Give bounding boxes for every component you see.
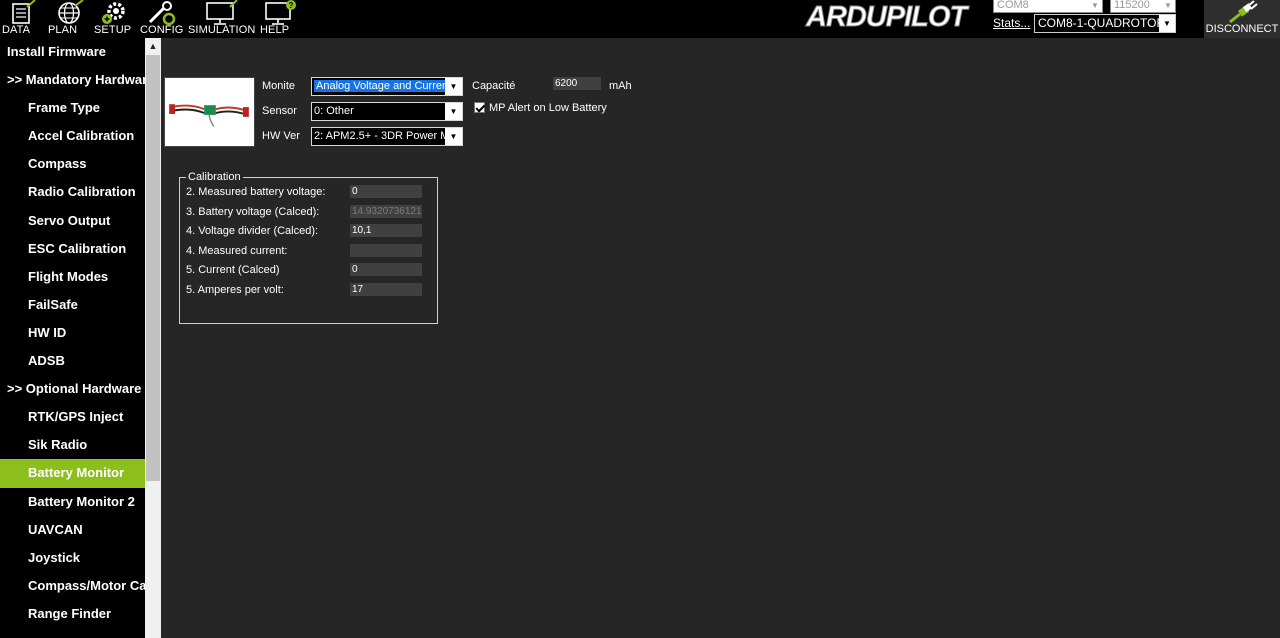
calibration-row-input[interactable]: 17 xyxy=(350,283,422,296)
wrench-icon xyxy=(148,1,176,26)
config-label: CONFIG xyxy=(140,24,184,36)
capacity-label: Capacité xyxy=(472,80,516,92)
sidebar-item[interactable]: Install Firmware xyxy=(0,38,145,66)
chevron-down-icon: ▼ xyxy=(445,128,462,145)
sensor-dropdown[interactable]: 0: Other ▼ xyxy=(311,102,463,121)
disconnect-button[interactable]: DISCONNECT xyxy=(1204,0,1280,38)
config-button[interactable]: CONFIG xyxy=(140,0,184,38)
setup-button[interactable]: SETUP xyxy=(94,0,134,38)
sensor-label: Sensor xyxy=(262,105,297,117)
chevron-down-icon: ▼ xyxy=(1088,0,1102,12)
sidebar-item[interactable]: Frame Type xyxy=(0,94,145,122)
scroll-up-icon[interactable]: ▲ xyxy=(145,38,161,54)
sidebar-item[interactable]: Compass xyxy=(0,150,145,178)
plan-button[interactable]: PLAN xyxy=(48,0,88,38)
hw-ver-value: 2: APM2.5+ - 3DR Power Module xyxy=(314,130,445,142)
help-icon: ? xyxy=(265,0,296,25)
calibration-row-input[interactable]: 0 xyxy=(350,263,422,276)
monitor-value: Analog Voltage and Current xyxy=(314,80,454,92)
chevron-down-icon: ▼ xyxy=(1159,15,1175,32)
sidebar-item[interactable]: UAVCAN xyxy=(0,516,145,544)
sidebar-item[interactable]: RTK/GPS Inject xyxy=(0,403,145,431)
simulation-button[interactable]: SIMULATION xyxy=(188,0,256,38)
chevron-down-icon: ▼ xyxy=(445,78,462,95)
capacity-unit: mAh xyxy=(609,80,632,92)
sidebar-item[interactable]: Sik Radio xyxy=(0,431,145,459)
simulation-label: SIMULATION xyxy=(188,24,256,36)
port-value: COM8 xyxy=(997,0,1029,11)
top-toolbar: DATA PLAN SETUP CONFIG SIMULATION ? HELP… xyxy=(0,0,1280,38)
disconnect-label: DISCONNECT xyxy=(1205,23,1279,35)
calibration-row-label: 4. Voltage divider (Calced): xyxy=(186,225,319,237)
calibration-row-label: 3. Battery voltage (Calced): xyxy=(186,206,320,218)
data-icon xyxy=(12,0,36,24)
sidebar-item[interactable]: Compass/Motor Calib xyxy=(0,572,145,600)
connection-value: COM8-1-QUADROTOR xyxy=(1038,16,1166,30)
plan-label: PLAN xyxy=(48,24,78,36)
port-combo[interactable]: COM8 ▼ xyxy=(993,0,1103,13)
calibration-row-label: 5. Amperes per volt: xyxy=(186,284,284,296)
monitor-label: Monite xyxy=(262,80,296,92)
monitor-icon xyxy=(206,0,238,25)
capacity-input[interactable]: 6200 xyxy=(553,77,601,90)
monitor-dropdown[interactable]: Analog Voltage and Current ▼ xyxy=(311,77,463,96)
sidebar: Install Firmware >> Mandatory Hardware Fra… xyxy=(0,38,145,638)
calibration-group: Calibration 2. Measured battery voltage:… xyxy=(179,171,438,324)
sidebar-item[interactable]: HW ID xyxy=(0,319,145,347)
sidebar-item[interactable]: Range Finder xyxy=(0,600,145,628)
low-battery-alert-label[interactable]: MP Alert on Low Battery xyxy=(489,102,607,114)
help-label: HELP xyxy=(260,24,290,36)
calibration-row-input[interactable]: 10,1 xyxy=(350,224,422,237)
setup-label: SETUP xyxy=(94,24,132,36)
baud-combo[interactable]: 115200 ▼ xyxy=(1110,0,1176,13)
sidebar-item[interactable]: Servo Output xyxy=(0,207,145,235)
ardupilot-logo: ARDUPILOT xyxy=(805,1,971,31)
sidebar-item[interactable]: Accel Calibration xyxy=(0,122,145,150)
power-module-image xyxy=(164,77,255,147)
sidebar-item[interactable]: ADSB xyxy=(0,347,145,375)
svg-text:ARDUPILOT: ARDUPILOT xyxy=(805,1,969,30)
sensor-value: 0: Other xyxy=(314,105,354,117)
low-battery-alert-checkbox[interactable] xyxy=(474,102,485,113)
calibration-row-label: 4. Measured current: xyxy=(186,245,288,257)
sidebar-item[interactable]: Joystick xyxy=(0,544,145,572)
hw-ver-dropdown[interactable]: 2: APM2.5+ - 3DR Power Module ▼ xyxy=(311,127,463,146)
data-button[interactable]: DATA xyxy=(2,0,42,38)
sidebar-scrollbar[interactable]: ▲ xyxy=(145,38,161,638)
calibration-row-label: 5. Current (Calced) xyxy=(186,264,280,276)
sidebar-item[interactable]: >> Mandatory Hardware xyxy=(0,66,145,94)
capacity-value: 6200 xyxy=(555,78,578,89)
svg-text:?: ? xyxy=(289,1,294,10)
calibration-row-input[interactable]: 0 xyxy=(350,185,422,198)
sidebar-item[interactable]: Radio Calibration xyxy=(0,178,145,206)
sidebar-item[interactable]: >> Optional Hardware xyxy=(0,375,145,403)
calibration-title: Calibration xyxy=(186,171,243,183)
data-label: DATA xyxy=(2,24,31,36)
globe-icon xyxy=(58,0,84,24)
chevron-down-icon: ▼ xyxy=(445,103,462,120)
hw-ver-label: HW Ver xyxy=(262,130,300,142)
calibration-row-input[interactable] xyxy=(350,244,422,257)
battery-monitor-panel: Monite Analog Voltage and Current ▼ Sens… xyxy=(161,38,1280,638)
help-button[interactable]: ? HELP xyxy=(260,0,300,38)
calibration-row-input: 14.9320736121 xyxy=(350,205,422,218)
scrollbar-thumb[interactable] xyxy=(146,55,160,481)
calibration-row-label: 2. Measured battery voltage: xyxy=(186,186,326,198)
connection-combo[interactable]: COM8-1-QUADROTOR ▼ xyxy=(1034,14,1176,33)
sidebar-item[interactable]: FailSafe xyxy=(0,291,145,319)
baud-value: 115200 xyxy=(1114,0,1150,11)
chevron-down-icon: ▼ xyxy=(1161,0,1175,12)
sidebar-item[interactable]: Battery Monitor 2 xyxy=(0,488,145,516)
stats-link[interactable]: Stats... xyxy=(993,16,1030,30)
sidebar-item[interactable]: Battery Monitor xyxy=(0,459,145,488)
sidebar-item[interactable]: Flight Modes xyxy=(0,263,145,291)
gear-icon xyxy=(102,2,125,24)
sidebar-item[interactable]: ESC Calibration xyxy=(0,235,145,263)
